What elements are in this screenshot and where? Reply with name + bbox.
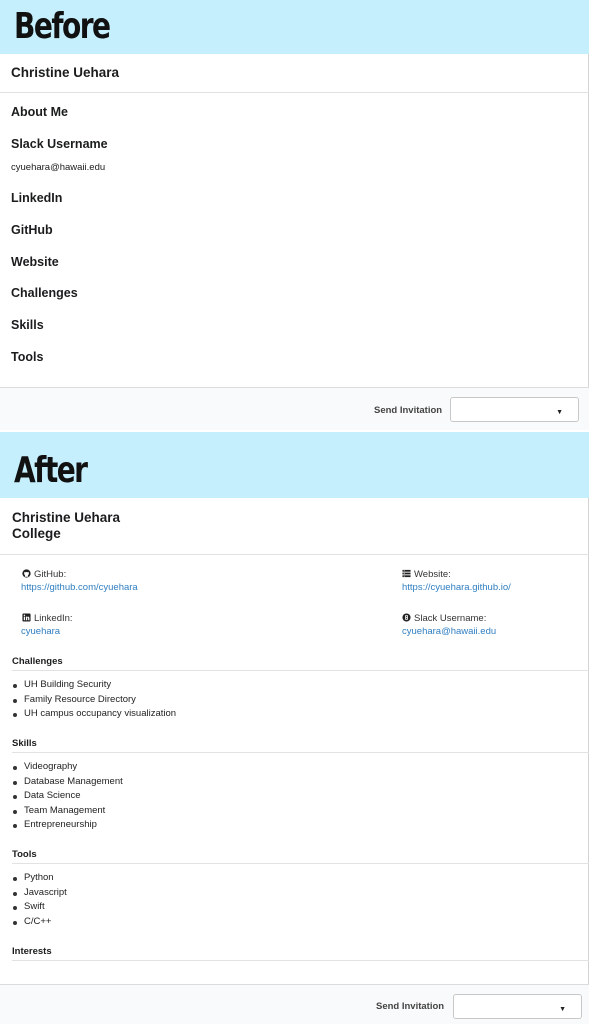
before-profile-name: Christine Uehara — [11, 65, 120, 80]
after-banner-title: After — [14, 450, 88, 491]
website-icon — [402, 569, 411, 578]
linkedin-icon — [22, 613, 31, 622]
after-header-divider — [0, 554, 589, 555]
linkedin-label: LinkedIn: — [22, 613, 73, 624]
skills-list: Videography Database Management Data Sci… — [13, 760, 123, 833]
list-item: Python — [13, 871, 67, 886]
chevron-down-icon: ▼ — [556, 409, 563, 416]
before-field-github: GitHub — [11, 223, 53, 237]
tools-list: Python Javascript Swift C/C++ — [13, 871, 67, 930]
tools-title: Tools — [12, 849, 37, 860]
chevron-down-icon: ▼ — [559, 1006, 566, 1013]
before-banner: Before — [0, 0, 589, 54]
linkedin-label-text: LinkedIn: — [34, 613, 73, 624]
list-item: Javascript — [13, 886, 67, 901]
after-banner: After — [0, 432, 589, 498]
slack-label: Slack Username: — [402, 613, 486, 624]
list-item: UH campus occupancy visualization — [12, 707, 176, 722]
before-field-linkedin: LinkedIn — [11, 191, 63, 205]
linkedin-link[interactable]: cyuehara — [21, 626, 60, 637]
github-link[interactable]: https://github.com/cyuehara — [21, 582, 138, 593]
challenges-list: UH Building Security Family Resource Dir… — [12, 678, 176, 722]
before-field-slack-username: Slack Username — [11, 137, 108, 151]
before-invitation-dropdown[interactable]: ▼ — [450, 397, 579, 422]
before-header-divider — [0, 92, 589, 93]
list-item: Database Management — [13, 775, 123, 790]
before-send-invitation-label: Send Invitation — [374, 405, 443, 416]
slack-icon — [402, 613, 411, 622]
github-icon — [22, 569, 31, 578]
before-field-about-me: About Me — [11, 105, 68, 119]
before-field-tools: Tools — [11, 350, 44, 364]
list-item: Entrepreneurship — [13, 818, 123, 833]
before-card-footer: Send Invitation ▼ — [0, 387, 589, 430]
after-invitation-dropdown[interactable]: ▼ — [453, 994, 582, 1019]
slack-link[interactable]: cyuehara@hawaii.edu — [402, 626, 496, 637]
challenges-divider — [12, 670, 589, 671]
website-label: Website: — [402, 569, 451, 580]
slack-label-text: Slack Username: — [414, 613, 487, 624]
skills-title: Skills — [12, 738, 37, 749]
list-item: Team Management — [13, 804, 123, 819]
after-profile-subtitle: College — [12, 526, 61, 541]
interests-divider — [12, 960, 589, 961]
before-field-skills: Skills — [11, 318, 44, 332]
list-item: UH Building Security — [12, 678, 176, 693]
before-slack-value: cyuehara@hawaii.edu — [11, 162, 106, 173]
before-field-website: Website — [11, 255, 59, 269]
before-banner-title: Before — [14, 6, 111, 47]
before-field-challenges: Challenges — [11, 286, 78, 300]
after-profile-card: Christine Uehara College GitHub: https:/… — [0, 498, 589, 1024]
list-item: C/C++ — [13, 915, 67, 930]
skills-divider — [12, 752, 589, 753]
website-link[interactable]: https://cyuehara.github.io/ — [402, 582, 511, 593]
list-item: Swift — [13, 900, 67, 915]
interests-title: Interests — [12, 946, 52, 957]
challenges-title: Challenges — [12, 656, 63, 667]
after-card-footer: Send Invitation ▼ — [0, 984, 589, 1024]
github-label-text: GitHub: — [34, 569, 67, 580]
tools-divider — [12, 863, 589, 864]
website-label-text: Website: — [414, 569, 451, 580]
after-profile-name: Christine Uehara — [12, 510, 121, 525]
before-profile-card: Christine Uehara About Me Slack Username… — [0, 54, 589, 430]
list-item: Videography — [13, 760, 123, 775]
after-send-invitation-label: Send Invitation — [376, 1001, 445, 1012]
github-label: GitHub: — [22, 569, 66, 580]
list-item: Data Science — [13, 789, 123, 804]
list-item: Family Resource Directory — [12, 693, 176, 708]
